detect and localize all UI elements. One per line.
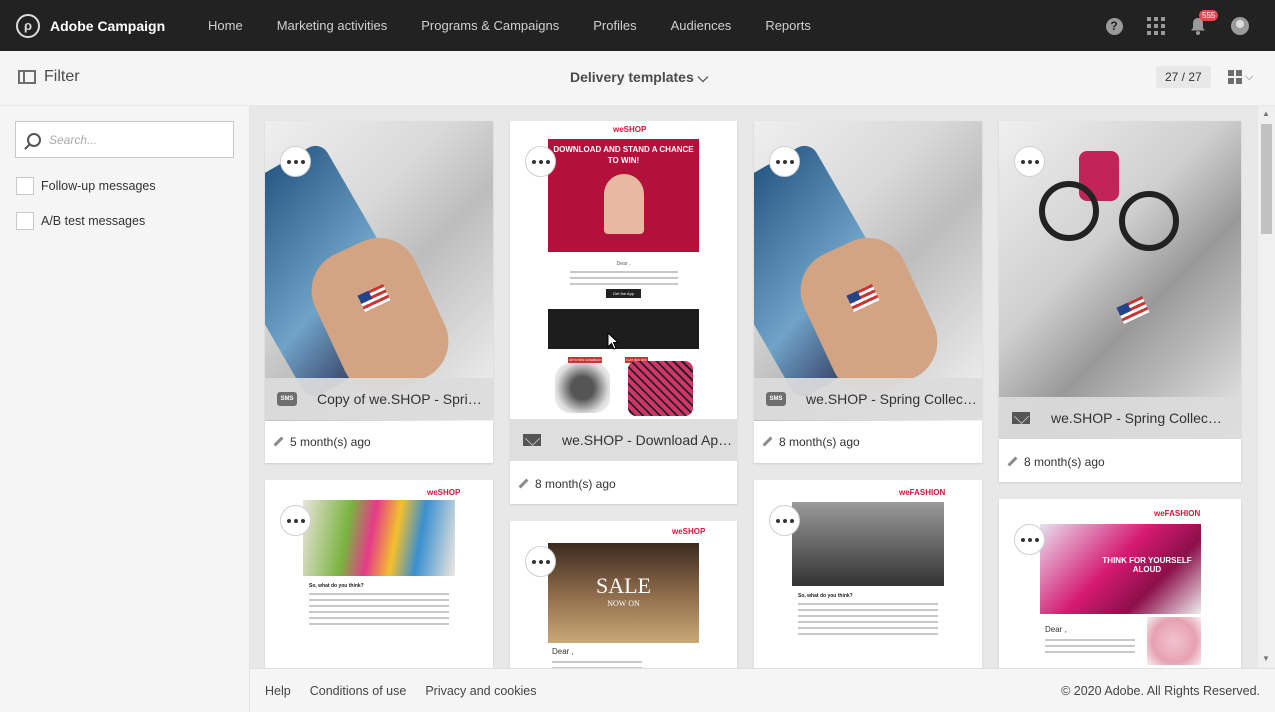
template-card[interactable]: we.SHOP - Spring Collection ... 8 month(… [999, 121, 1241, 482]
filter-panel-icon [18, 70, 36, 84]
nav-marketing-activities[interactable]: Marketing activities [277, 18, 388, 33]
footer: Help Conditions of use Privacy and cooki… [250, 668, 1275, 712]
pencil-icon [1008, 457, 1018, 467]
page-toolbar: Filter Delivery templates ⌵ 27 / 27 ⌵ [0, 51, 1275, 106]
top-right-actions: ? 555 [1085, 10, 1253, 39]
more-actions-button[interactable] [280, 505, 311, 536]
footer-link-conditions[interactable]: Conditions of use [310, 684, 407, 698]
apps-grid-icon [1147, 17, 1165, 35]
filter-toggle-button[interactable]: Filter [18, 68, 80, 86]
card-meta: 8 month(s) ago [519, 477, 616, 491]
more-actions-button[interactable] [1014, 146, 1045, 177]
card-title-bar: SMS we.SHOP - Spring Collectio... [754, 378, 982, 420]
ab-test-messages-checkbox[interactable] [16, 212, 34, 230]
app-name: Adobe Campaign [50, 17, 166, 34]
follow-up-messages-filter[interactable]: Follow-up messages [16, 177, 156, 195]
nav-profiles[interactable]: Profiles [593, 18, 636, 33]
template-card[interactable]: weSHOP SALE NOW ON Dear , [510, 521, 737, 668]
scroll-thumb[interactable] [1261, 124, 1272, 234]
last-modified: 8 month(s) ago [1024, 455, 1105, 469]
help-button[interactable]: ? [1101, 13, 1127, 39]
pencil-icon [519, 479, 529, 489]
nav-programs-campaigns[interactable]: Programs & Campaigns [421, 18, 559, 33]
follow-up-messages-checkbox[interactable] [16, 177, 34, 195]
scroll-up-icon[interactable]: ▲ [1262, 109, 1270, 118]
user-menu-button[interactable] [1227, 13, 1253, 39]
last-modified: 8 month(s) ago [779, 435, 860, 449]
last-modified: 8 month(s) ago [535, 477, 616, 491]
more-actions-button[interactable] [525, 146, 556, 177]
filter-label: Filter [44, 68, 80, 85]
template-thumbnail: weSHOP SALE NOW ON Dear , [510, 521, 737, 668]
page-title: Delivery templates [570, 69, 694, 85]
main-nav: Home Marketing activities Programs & Cam… [208, 18, 845, 33]
footer-link-help[interactable]: Help [265, 684, 291, 698]
sms-icon: SMS [277, 392, 297, 406]
email-icon [1012, 412, 1030, 424]
card-title-bar: we.SHOP - Spring Collection ... [999, 397, 1241, 439]
more-actions-button[interactable] [769, 146, 800, 177]
help-icon: ? [1105, 17, 1123, 35]
chevron-down-icon: ⌵ [697, 69, 709, 85]
pencil-icon [763, 437, 773, 447]
notifications-button[interactable]: 555 [1185, 10, 1219, 39]
scroll-down-icon[interactable]: ▼ [1262, 654, 1270, 663]
more-actions-button[interactable] [1014, 524, 1045, 555]
nav-audiences[interactable]: Audiences [671, 18, 732, 33]
template-card[interactable]: weFASHION So, what do you think? [754, 480, 982, 668]
result-counter: 27 / 27 [1156, 66, 1211, 88]
card-title[interactable]: we.SHOP - Spring Collection ... [1051, 410, 1223, 426]
search-icon [27, 132, 41, 147]
nav-reports[interactable]: Reports [765, 18, 811, 33]
layout-switcher-button[interactable]: ⌵ [1228, 70, 1253, 84]
email-icon [523, 434, 541, 446]
checkbox-label: A/B test messages [41, 214, 146, 228]
more-actions-button[interactable] [525, 546, 556, 577]
template-card[interactable]: weSHOP So, what do you think? [265, 480, 493, 668]
chevron-down-icon: ⌵ [1245, 70, 1254, 83]
avatar [1231, 17, 1249, 35]
sms-icon: SMS [766, 392, 786, 406]
mouse-cursor-icon [607, 332, 619, 350]
more-actions-button[interactable] [280, 146, 311, 177]
vertical-scrollbar[interactable]: ▲ ▼ [1258, 106, 1275, 668]
app-brand[interactable]: ρ Adobe Campaign [16, 13, 192, 38]
template-grid: SMS Copy of we.SHOP - Spring ... 5 month… [250, 106, 1275, 668]
card-meta: 8 month(s) ago [763, 435, 860, 449]
checkbox-label: Follow-up messages [41, 179, 156, 193]
apps-button[interactable] [1143, 13, 1169, 39]
nav-home[interactable]: Home [208, 18, 243, 33]
pencil-icon [274, 437, 284, 447]
card-title[interactable]: we.SHOP - Download App ... [562, 432, 734, 448]
copyright: © 2020 Adobe. All Rights Reserved. [1061, 683, 1260, 698]
card-title[interactable]: we.SHOP - Spring Collectio... [806, 391, 978, 407]
footer-link-privacy[interactable]: Privacy and cookies [425, 684, 536, 698]
template-card[interactable]: weSHOP DOWNLOAD AND STAND A CHANCE TO WI… [510, 121, 737, 504]
search-input[interactable] [49, 132, 219, 147]
card-title[interactable]: Copy of we.SHOP - Spring ... [317, 391, 489, 407]
card-title-bar: we.SHOP - Download App ... [510, 419, 737, 461]
template-card[interactable]: weFASHION THINK FOR YOURSELF ALOUD Dear … [999, 499, 1241, 668]
card-meta: 5 month(s) ago [274, 435, 371, 449]
card-view-icon [1228, 70, 1242, 84]
more-actions-button[interactable] [769, 505, 800, 536]
top-navigation-bar: ρ Adobe Campaign Home Marketing activiti… [0, 0, 1275, 51]
filter-sidebar: Follow-up messages A/B test messages [0, 106, 250, 712]
view-selector-dropdown[interactable]: Delivery templates ⌵ [570, 69, 708, 86]
template-card[interactable]: SMS Copy of we.SHOP - Spring ... 5 month… [265, 121, 493, 463]
notification-count-badge: 555 [1199, 10, 1219, 21]
ab-test-messages-filter[interactable]: A/B test messages [16, 212, 145, 230]
card-title-bar: SMS Copy of we.SHOP - Spring ... [265, 378, 493, 420]
last-modified: 5 month(s) ago [290, 435, 371, 449]
card-meta: 8 month(s) ago [1008, 455, 1105, 469]
search-box[interactable] [15, 121, 234, 158]
adobe-campaign-logo-icon: ρ [16, 13, 40, 38]
template-card[interactable]: SMS we.SHOP - Spring Collectio... 8 mont… [754, 121, 982, 463]
